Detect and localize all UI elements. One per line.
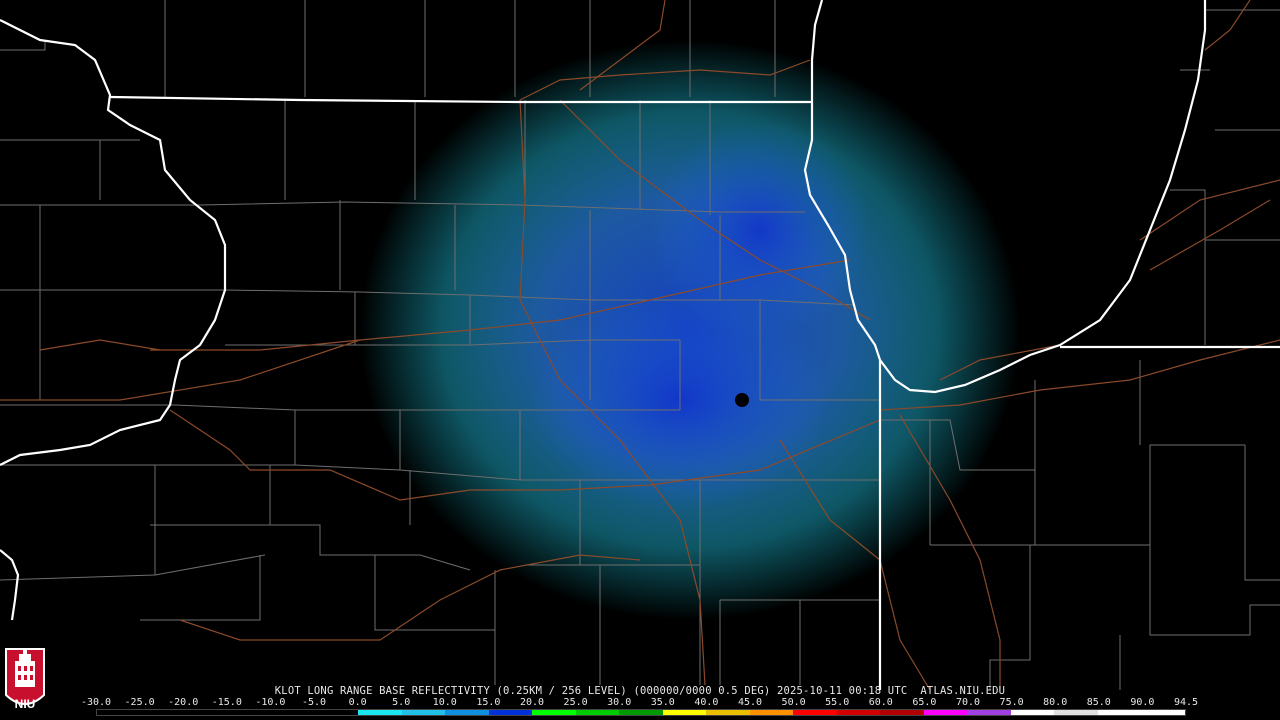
color-bar-segment [184, 710, 228, 715]
scale-tick-label: 10.0 [432, 697, 457, 708]
color-bar-segment [880, 710, 924, 715]
color-bar-segment [401, 710, 446, 715]
color-bar-segment [1010, 710, 1055, 715]
scale-tick-label: 20.0 [519, 697, 545, 708]
scale-tick-label: 75.0 [999, 697, 1024, 708]
scale-tick-label: -25.0 [124, 697, 155, 708]
color-bar-segment [358, 710, 402, 715]
scale-tick-label: -30.0 [80, 697, 112, 708]
color-bar-segment [271, 710, 315, 715]
scale-tick-label: 60.0 [868, 697, 893, 708]
niu-logo: NIU [5, 648, 45, 711]
color-bar-segment [532, 710, 576, 715]
scale-tick-label: 65.0 [912, 697, 937, 708]
scale-tick-label: 30.0 [607, 697, 632, 708]
color-bar-segment [445, 710, 489, 715]
color-bar-segment [314, 710, 359, 715]
radar-map [0, 0, 1280, 720]
color-bar-segment [488, 710, 533, 715]
scale-tick-label: 5.0 [392, 697, 411, 708]
scale-tick-label: 45.0 [737, 697, 763, 708]
radar-site-marker [735, 393, 749, 407]
color-bar-segment [836, 710, 881, 715]
reflectivity-color-bar [96, 709, 1186, 716]
color-bar-segment [619, 710, 663, 715]
scale-tick-label: -5.0 [301, 697, 327, 708]
scale-tick-label: 40.0 [694, 697, 719, 708]
color-bar-segment [967, 710, 1011, 715]
scale-tick-label: 25.0 [563, 697, 588, 708]
color-bar-segment [140, 710, 185, 715]
scale-tick-label: 80.0 [1043, 697, 1068, 708]
scale-tick-label: 50.0 [781, 697, 806, 708]
scale-tick-label: -10.0 [255, 697, 286, 708]
logo-text: NIU [15, 697, 36, 711]
color-bar-segment [923, 710, 968, 715]
scale-tick-label: -20.0 [168, 697, 199, 708]
color-bar-segment [749, 710, 794, 715]
scale-tick-label: 94.5 [1173, 697, 1199, 708]
color-bar-segment [97, 710, 141, 715]
scale-tick-label: 90.0 [1130, 697, 1155, 708]
scale-tick-label: -15.0 [211, 697, 242, 708]
color-bar-segment [706, 710, 750, 715]
reflectivity-echoes [360, 40, 1020, 620]
scale-tick-label: 15.0 [476, 697, 501, 708]
color-bar-segment [575, 710, 620, 715]
scale-tick-label: 70.0 [955, 697, 981, 708]
color-bar-segment [1141, 710, 1185, 715]
color-bar-segment [793, 710, 837, 715]
color-scale-labels: -30.0 -25.0 -20.0 -15.0 -10.0 -5.0 0.0 5.0 10.0 1… [81, 697, 1198, 709]
color-bar-segment [1097, 710, 1142, 715]
color-bar-segment [662, 710, 707, 715]
scale-tick-label: 35.0 [650, 697, 675, 708]
product-caption: KLOT LONG RANGE BASE REFLECTIVITY (0.25K… [274, 685, 1006, 697]
scale-tick-label: 55.0 [825, 697, 850, 708]
color-bar-segment [1054, 710, 1098, 715]
scale-tick-label: 0.0 [348, 697, 367, 708]
color-bar-segment [227, 710, 272, 715]
scale-tick-label: 85.0 [1086, 697, 1111, 708]
